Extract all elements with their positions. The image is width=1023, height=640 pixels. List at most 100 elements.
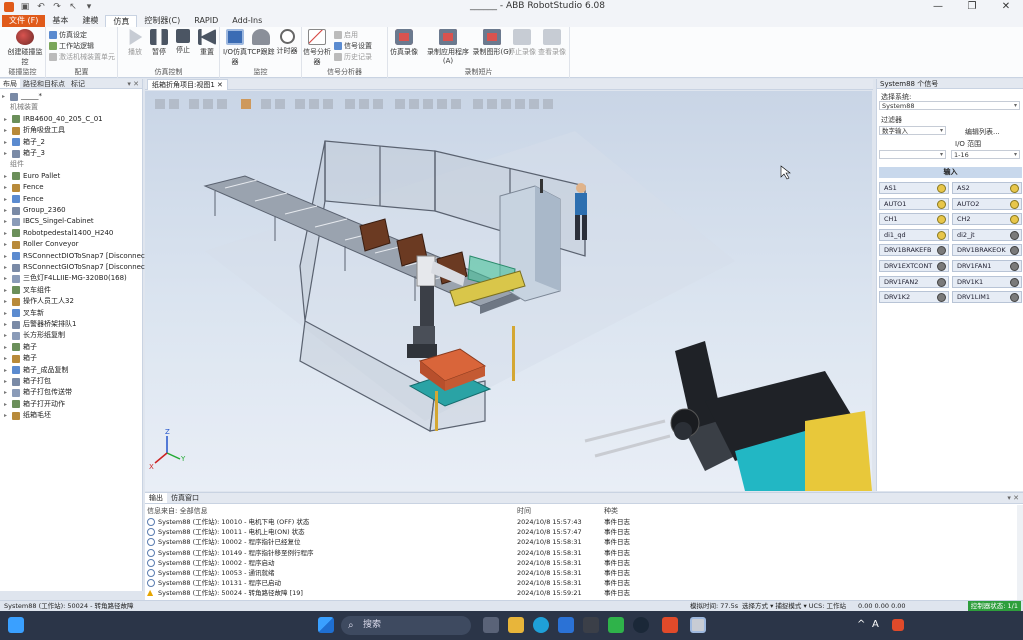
expand-arrow-icon[interactable]: ▸ [4, 194, 12, 205]
output-row[interactable]: System88 (工作站): 10149 - 程序指针移至例行程序 2024/1… [147, 548, 1007, 558]
expand-arrow-icon[interactable]: ▸ [2, 91, 10, 102]
history-button[interactable]: 历史记录 [334, 52, 372, 62]
tree-item[interactable]: ▸ 长方形纸复制 [4, 330, 65, 341]
expand-arrow-icon[interactable]: ▸ [4, 376, 12, 387]
expand-arrow-icon[interactable]: ▸ [4, 148, 12, 159]
expand-arrow-icon[interactable]: ▸ [4, 182, 12, 193]
tab-layout[interactable]: 布局 [0, 79, 20, 88]
steam-icon[interactable] [633, 617, 649, 633]
tree-item[interactable]: ▸ 操作人员工人32 [4, 296, 74, 307]
tree-item[interactable]: ▸ RSConnectGIOToSnap7 [Disconnected] [4, 262, 159, 273]
tree-item[interactable]: ▸ 折角吸盘工具 [4, 125, 65, 136]
tree-group-header[interactable]: 机械装置 [10, 102, 38, 113]
selection-mode[interactable]: 选择方式 ▾ 捕捉模式 ▾ UCS: 工作站 [742, 601, 846, 611]
expand-arrow-icon[interactable]: ▸ [4, 114, 12, 125]
signal-analyzer-button[interactable]: 信号分析器 [302, 29, 332, 67]
expand-arrow-icon[interactable]: ▸ [4, 365, 12, 376]
expand-arrow-icon[interactable]: ▸ [4, 228, 12, 239]
redo-icon[interactable]: ↷ [52, 2, 62, 12]
expand-arrow-icon[interactable]: ▸ [4, 342, 12, 353]
expand-arrow-icon[interactable]: ▸ [4, 296, 12, 307]
tree-item[interactable]: ▸ Robotpedestal1400_H240 [4, 228, 113, 239]
signal-button[interactable]: AUTO2 [952, 197, 1022, 210]
app-icon[interactable] [583, 617, 599, 633]
expand-arrow-icon[interactable]: ▸ [4, 205, 12, 216]
expand-arrow-icon[interactable]: ▸ [4, 330, 12, 341]
tree-item[interactable]: ▸ 纸箱毛坯 [4, 410, 51, 421]
app-g-icon[interactable] [662, 617, 678, 633]
minimize-button[interactable]: — [921, 0, 955, 14]
sim-setup-button[interactable]: 仿真设定 [49, 30, 87, 40]
signal-button[interactable]: DRV1FAN1 [952, 260, 1022, 272]
filter-select[interactable]: 数字输入 [879, 126, 946, 135]
system-select[interactable]: System88 [879, 101, 1020, 110]
expand-arrow-icon[interactable]: ▸ [4, 387, 12, 398]
expand-arrow-icon[interactable]: ▸ [4, 125, 12, 136]
expand-arrow-icon[interactable]: ▸ [4, 216, 12, 227]
signal-button[interactable]: DRV1FAN2 [879, 275, 949, 288]
tree-item[interactable]: ▸ 箱子打包 [4, 376, 51, 387]
wechat-icon[interactable] [608, 617, 624, 633]
tab-addins[interactable]: Add-Ins [225, 15, 269, 27]
tree-item[interactable]: ▸ 箱子 [4, 353, 37, 364]
signal-settings-button[interactable]: 信号设置 [334, 41, 372, 51]
output-row[interactable]: System88 (工作站): 10053 - 通讯就绪 2024/10/8 15… [147, 568, 1007, 578]
tray-app-icon[interactable] [892, 619, 904, 631]
signal-button[interactable]: DRV1LIM1 [952, 291, 1022, 304]
stop-record-button[interactable]: 停止录像 [506, 29, 538, 57]
output-row[interactable]: System88 (工作站): 10010 - 电机下电 (OFF) 状态 202… [147, 517, 1007, 527]
tree-item[interactable]: ▸ 箱子_成品复制 [4, 365, 69, 376]
tray-expand[interactable]: ^ [857, 619, 865, 630]
taskbar-search[interactable]: ⌕ 搜索 [341, 616, 471, 635]
pointer-icon[interactable]: ↖ [68, 2, 78, 12]
expand-arrow-icon[interactable]: ▸ [4, 410, 12, 421]
signal-button[interactable]: CH2 [952, 213, 1022, 226]
timer-button[interactable]: 计时器 [272, 29, 302, 56]
edge-icon[interactable] [533, 617, 549, 633]
edit-list-button[interactable]: 编辑列表... [965, 127, 1000, 137]
file-explorer-icon[interactable] [508, 617, 524, 633]
tree-item[interactable]: ▸ 箱子打开动作 [4, 399, 65, 410]
tree-item[interactable]: ▸ RSConnectDIOToSnap7 [Disconnected] [4, 251, 159, 262]
signal-button[interactable]: DRV1EXTCONT [879, 260, 949, 272]
expand-arrow-icon[interactable]: ▸ [4, 239, 12, 250]
station-logic-button[interactable]: 工作站逻辑 [49, 41, 94, 51]
expand-arrow-icon[interactable]: ▸ [4, 251, 12, 262]
create-collision-monitor-button[interactable]: 创建碰撞监控 [6, 29, 44, 67]
close-button[interactable]: ✕ [989, 0, 1023, 14]
expand-arrow-icon[interactable]: ▸ [4, 399, 12, 410]
signal-button[interactable]: di2_jt [952, 228, 1022, 241]
tab-sim-window[interactable]: 仿真窗口 [167, 493, 203, 503]
reset-button[interactable]: 重置 [192, 29, 222, 57]
output-row[interactable]: System88 (工作站): 10131 - 程序已启动 2024/10/8 1… [147, 578, 1007, 588]
tab-file[interactable]: 文件 (F) [2, 15, 46, 27]
signal-button[interactable]: di1_qd [879, 228, 949, 241]
customize-icon[interactable]: ▾ [84, 2, 94, 12]
expand-arrow-icon[interactable]: ▸ [4, 308, 12, 319]
filter-select-2[interactable] [879, 150, 946, 159]
signal-button[interactable]: CH1 [879, 213, 949, 226]
sim-record-button[interactable]: 仿真录像 [384, 29, 424, 57]
tree-item[interactable]: ▸ 箱子 [4, 342, 37, 353]
record-app-button[interactable]: 录制应用程序(A) [424, 29, 472, 65]
expand-arrow-icon[interactable]: ▸ [4, 319, 12, 330]
tree-item[interactable]: ▸ 三色灯F4LLIIE-MG-320B0(168) [4, 273, 127, 284]
output-row[interactable]: ▲ System88 (工作站): 50024 - 转角路径故障 [19] 2024… [147, 588, 1007, 598]
expand-arrow-icon[interactable]: ▸ [4, 285, 12, 296]
panel-pin-close[interactable]: ▾ ✕ [124, 79, 142, 88]
tab-modeling[interactable]: 建模 [75, 15, 105, 27]
widgets-icon[interactable] [8, 617, 24, 633]
tree-item[interactable]: ▸ Roller Conveyor [4, 239, 79, 250]
output-row[interactable]: System88 (工作站): 10011 - 电机上电(ON) 状态 2024/… [147, 527, 1007, 537]
input-method[interactable]: A [872, 619, 879, 630]
signal-button[interactable]: DRV1K2 [879, 291, 949, 304]
tree-item[interactable]: ▸ IRB4600_40_205_C_01 [4, 114, 103, 125]
tree-item[interactable]: ▸ Fence [4, 182, 44, 193]
signal-button[interactable]: AS2 [952, 182, 1022, 194]
tree-item[interactable]: ▸ 后警器桥架排队1 [4, 319, 76, 330]
tab-paths-targets[interactable]: 路径和目标点 [20, 79, 68, 88]
view-record-button[interactable]: 查看录像 [536, 29, 568, 57]
store-icon[interactable] [558, 617, 574, 633]
tree-item[interactable]: ▸ 箱子打包传送带 [4, 387, 72, 398]
info-filter[interactable]: 信息来自: 全部信息 [147, 506, 208, 516]
